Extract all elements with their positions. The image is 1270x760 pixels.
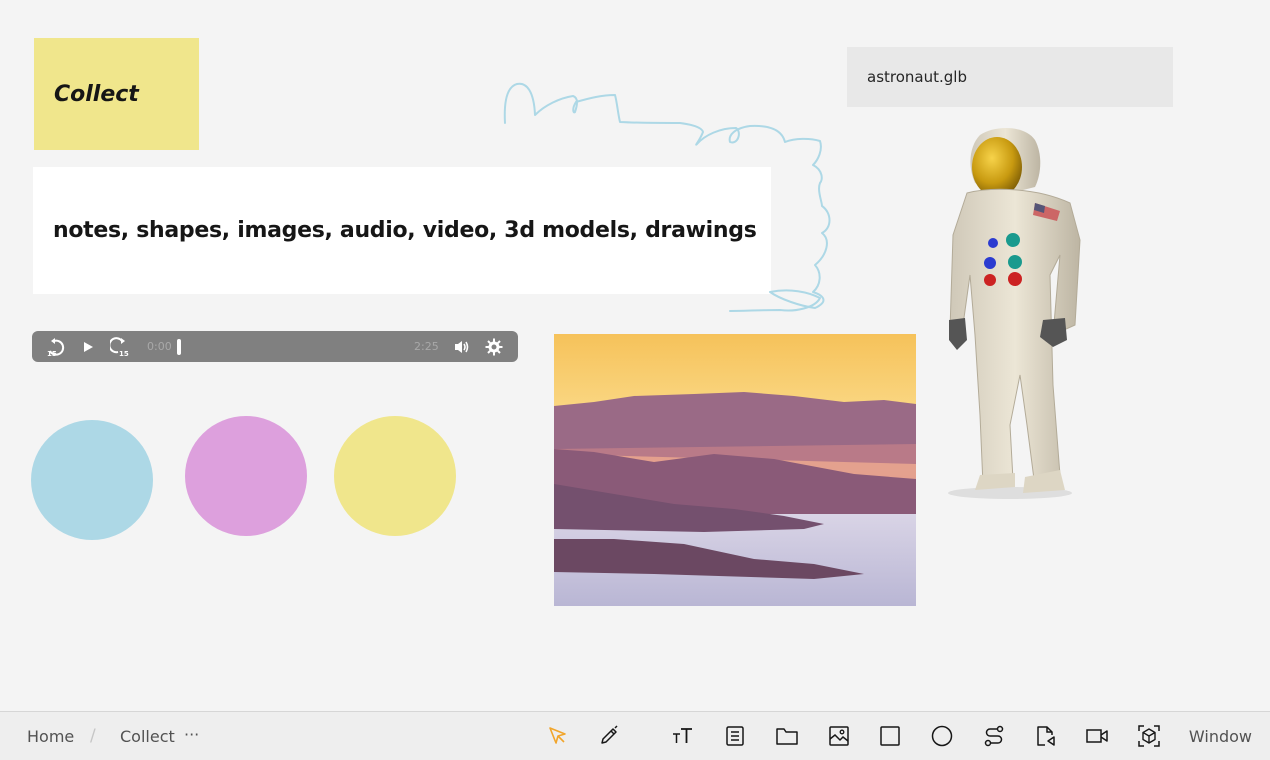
svg-text:15: 15: [47, 350, 57, 357]
video-icon[interactable]: [1085, 724, 1109, 748]
text-size-icon[interactable]: [671, 724, 695, 748]
seek-slider[interactable]: [177, 339, 181, 355]
image-icon[interactable]: [827, 724, 851, 748]
cursor-icon[interactable]: [546, 724, 570, 748]
audio-player[interactable]: 15 15 0:00 2:25: [32, 331, 518, 362]
cube-icon[interactable]: [1137, 724, 1161, 748]
drawing-stroke: [503, 82, 831, 312]
document-icon[interactable]: [723, 724, 747, 748]
freehand-drawing[interactable]: [490, 70, 850, 320]
breadcrumb-collect[interactable]: Collect: [120, 727, 175, 746]
forward-15-icon[interactable]: 15: [110, 337, 130, 357]
model-filename: astronaut.glb: [867, 68, 967, 86]
circle-shape-pink[interactable]: [185, 416, 307, 536]
connector-icon[interactable]: [982, 724, 1006, 748]
circle-shape-yellow[interactable]: [334, 416, 456, 536]
play-icon[interactable]: [80, 338, 96, 356]
landscape-image[interactable]: [554, 334, 916, 606]
square-icon[interactable]: [878, 724, 902, 748]
title-note[interactable]: Collect: [34, 38, 199, 150]
circle-shape-blue[interactable]: [31, 420, 153, 540]
model-filename-label[interactable]: astronaut.glb: [847, 47, 1173, 107]
circle-icon[interactable]: [930, 724, 954, 748]
duration: 2:25: [414, 340, 439, 353]
title-note-text: Collect: [54, 81, 139, 107]
audio-file-icon[interactable]: [1034, 724, 1058, 748]
breadcrumb-separator: /: [90, 726, 96, 746]
pen-icon[interactable]: [597, 724, 621, 748]
folder-icon[interactable]: [775, 724, 799, 748]
astronaut-3d-model[interactable]: [935, 125, 1095, 510]
window-menu[interactable]: Window: [1189, 727, 1252, 746]
svg-text:15: 15: [119, 350, 129, 357]
current-time: 0:00: [147, 340, 172, 353]
board-canvas[interactable]: Collect notes, shapes, images, audio, vi…: [0, 0, 1270, 711]
breadcrumb-home[interactable]: Home: [27, 727, 74, 746]
volume-icon[interactable]: [452, 337, 472, 357]
bottom-toolbar: Home / Collect ··· Window: [0, 711, 1270, 760]
rewind-15-icon[interactable]: 15: [46, 337, 66, 357]
more-options-button[interactable]: ···: [184, 725, 199, 744]
settings-icon[interactable]: [484, 337, 504, 357]
